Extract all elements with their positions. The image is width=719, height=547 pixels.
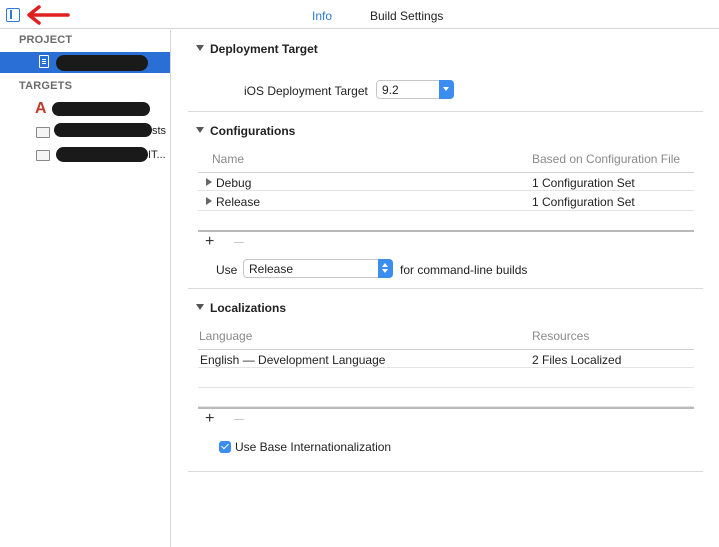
ui-test-bundle-icon bbox=[36, 150, 50, 161]
ios-deployment-target-select[interactable]: 9.2 bbox=[376, 80, 454, 99]
sidebar-toggle-icon[interactable] bbox=[6, 8, 20, 22]
test-bundle-icon bbox=[36, 127, 50, 138]
deployment-target-title: Deployment Target bbox=[210, 42, 318, 56]
section-divider bbox=[188, 288, 703, 289]
localizations-title: Localizations bbox=[210, 301, 287, 315]
chevron-updown-icon bbox=[378, 259, 393, 278]
disclosure-triangle-icon[interactable] bbox=[206, 197, 212, 205]
use-base-internationalization-checkbox[interactable] bbox=[219, 441, 231, 453]
redacted-target-name bbox=[52, 102, 150, 116]
add-configuration-button[interactable]: + bbox=[205, 234, 214, 250]
add-localization-button[interactable]: + bbox=[205, 411, 214, 427]
configurations-title: Configurations bbox=[210, 124, 296, 138]
config-based-on: 1 Configuration Set bbox=[532, 195, 635, 209]
tab-build-settings[interactable]: Build Settings bbox=[370, 9, 443, 23]
table-row-empty bbox=[198, 388, 694, 407]
use-base-internationalization-label: Use Base Internationalization bbox=[235, 440, 392, 454]
table-footer-line bbox=[198, 407, 694, 409]
localization-resources: 2 Files Localized bbox=[532, 353, 622, 367]
chevron-down-icon bbox=[439, 80, 454, 99]
disclosure-triangle-icon[interactable] bbox=[196, 304, 204, 310]
tab-info[interactable]: Info bbox=[312, 9, 332, 23]
table-row-empty bbox=[198, 369, 694, 388]
section-divider bbox=[188, 471, 703, 472]
disclosure-triangle-icon[interactable] bbox=[206, 178, 212, 186]
column-header-language: Language bbox=[199, 329, 253, 343]
config-based-on: 1 Configuration Set bbox=[532, 176, 635, 190]
redacted-target-name bbox=[54, 123, 152, 137]
table-row[interactable]: English — Development Language 2 Files L… bbox=[198, 349, 694, 368]
app-target-icon: A bbox=[35, 100, 47, 117]
section-divider bbox=[188, 111, 703, 112]
localization-language: English — Development Language bbox=[200, 353, 386, 367]
table-footer-line bbox=[198, 230, 694, 232]
use-label: Use bbox=[216, 263, 238, 277]
column-header-resources: Resources bbox=[532, 329, 590, 343]
command-line-builds-label: for command-line builds bbox=[400, 263, 528, 277]
ios-deployment-target-label: iOS Deployment Target bbox=[244, 84, 368, 98]
ios-deployment-target-value: 9.2 bbox=[382, 83, 399, 97]
target-name-tail: IT... bbox=[148, 149, 166, 161]
config-name: Debug bbox=[216, 176, 252, 190]
sidebar: PROJECT TARGETS A sts IT... bbox=[0, 30, 171, 547]
sidebar-item-target-app[interactable]: A bbox=[0, 99, 170, 119]
project-heading: PROJECT bbox=[19, 34, 73, 46]
table-row[interactable]: Release 1 Configuration Set bbox=[198, 192, 694, 211]
remove-configuration-button[interactable] bbox=[234, 242, 244, 243]
top-bar: Info Build Settings bbox=[0, 0, 719, 29]
info-panel: Deployment Target iOS Deployment Target … bbox=[172, 30, 719, 547]
command-line-config-value: Release bbox=[249, 262, 294, 276]
disclosure-triangle-icon[interactable] bbox=[196, 127, 204, 133]
sidebar-item-target-tests[interactable]: sts bbox=[0, 122, 170, 142]
project-file-icon bbox=[39, 55, 49, 68]
remove-localization-button[interactable] bbox=[234, 419, 244, 420]
redacted-target-name bbox=[56, 147, 148, 162]
targets-heading: TARGETS bbox=[19, 80, 73, 92]
sidebar-item-project[interactable] bbox=[0, 52, 170, 73]
sidebar-item-target-uitests[interactable]: IT... bbox=[0, 145, 170, 165]
column-header-name: Name bbox=[212, 152, 245, 166]
target-name-tail: sts bbox=[152, 125, 167, 137]
disclosure-triangle-icon[interactable] bbox=[196, 45, 204, 51]
red-arrow-annotation bbox=[27, 5, 70, 25]
command-line-config-select[interactable]: Release bbox=[243, 259, 393, 278]
config-name: Release bbox=[216, 195, 261, 209]
table-row[interactable]: Debug 1 Configuration Set bbox=[198, 172, 694, 191]
column-header-based-on: Based on Configuration File bbox=[532, 152, 681, 166]
redacted-project-name bbox=[56, 55, 148, 71]
